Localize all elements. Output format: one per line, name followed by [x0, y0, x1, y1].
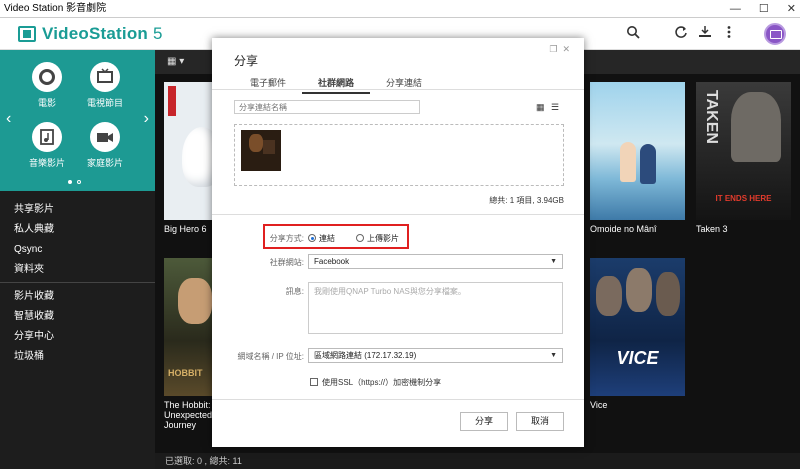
minimize-button[interactable]: — — [730, 0, 741, 18]
poster-caption: Taken 3 — [696, 224, 728, 234]
window-controls: — ☐ ✕ — [730, 0, 796, 18]
tile-label: 電視節目 — [86, 98, 123, 108]
share-method-label: 分享方式: — [269, 234, 304, 243]
share-tabs: 電子郵件 社群網路 分享連結 — [234, 76, 438, 94]
poster-caption: Big Hero 6 — [164, 224, 207, 234]
sidebar-item-smart-collections[interactable]: 智慧收藏 — [14, 307, 54, 327]
share-method-upload-option[interactable]: 上傳影片 — [356, 233, 399, 244]
sidebar-divider — [0, 282, 155, 283]
window-titlebar: Video Station 影音劇院 — ☐ ✕ — [0, 0, 800, 18]
tab-email[interactable]: 電子郵件 — [234, 76, 302, 94]
social-site-select[interactable]: Facebook ▼ — [308, 254, 563, 269]
tile-home-videos[interactable]: 家庭影片 — [75, 122, 135, 169]
share-dialog: 分享 ❐ ✕ 電子郵件 社群網路 分享連結 ▦ ☰ 總共: 1 項目, 3.94… — [212, 38, 584, 447]
share-link-name-input[interactable] — [234, 100, 420, 114]
tile-label: 家庭影片 — [86, 158, 123, 168]
sidebar-item-private-collection[interactable]: 私人典藏 — [14, 220, 54, 240]
sidebar-collections: ‹ › 電影 電視節目 音樂影片 家庭影片 — [0, 50, 155, 191]
select-value: Facebook — [314, 257, 350, 266]
tab-social-network[interactable]: 社群網路 — [302, 76, 370, 94]
tile-music-videos[interactable]: 音樂影片 — [17, 122, 77, 169]
background-task-icon[interactable] — [696, 25, 714, 43]
footer-divider — [212, 399, 584, 400]
app-name: VideoStation — [42, 24, 148, 43]
poster-vice[interactable]: VICE — [590, 258, 685, 396]
chevron-down-icon: ▼ — [550, 352, 557, 359]
radio-unselected-icon[interactable] — [356, 234, 364, 242]
sidebar-item-video-collections[interactable]: 影片收藏 — [14, 287, 54, 307]
chevron-right-icon[interactable]: › — [144, 110, 149, 128]
pager-dot-active[interactable] — [68, 180, 72, 184]
sidebar-section-sources: 共享影片 私人典藏 Qsync 資料夾 — [14, 200, 54, 280]
camcorder-icon — [90, 122, 120, 152]
option-label: 連結 — [319, 234, 335, 243]
carousel-pager — [68, 180, 81, 184]
poster-caption: Vice — [590, 400, 608, 410]
tv-icon — [90, 62, 120, 92]
chevron-down-icon: ▼ — [550, 258, 557, 265]
domain-select[interactable]: 區域網路連結 (172.17.32.19) ▼ — [308, 348, 563, 363]
restore-window-icon[interactable]: ❐ ✕ — [549, 44, 570, 55]
poster-omoide-no-marnie[interactable] — [590, 82, 685, 220]
select-value: 區域網路連結 (172.17.32.19) — [314, 351, 417, 360]
option-label: 上傳影片 — [367, 234, 399, 243]
tile-label: 電影 — [37, 98, 56, 108]
sidebar-section-collections: 影片收藏 智慧收藏 分享中心 垃圾桶 — [14, 287, 54, 367]
user-avatar-icon[interactable] — [764, 23, 786, 45]
music-note-icon — [32, 122, 62, 152]
maximize-button[interactable]: ☐ — [759, 0, 769, 18]
list-view-icon[interactable]: ☰ — [551, 102, 561, 112]
selected-items-area — [234, 124, 564, 186]
poster-taken-3[interactable]: TAKEN IT ENDS HERE — [696, 82, 791, 220]
selection-total: 總共: 1 項目, 3.94GB — [489, 196, 564, 205]
search-icon[interactable] — [624, 25, 642, 43]
view-mode-icon[interactable]: ▦ ▾ — [167, 56, 184, 67]
app-version: 5 — [152, 24, 163, 43]
share-method-link-option[interactable]: 連結 — [308, 233, 335, 244]
refresh-icon[interactable] — [672, 25, 690, 43]
film-reel-icon — [32, 62, 62, 92]
message-label: 訊息: — [285, 287, 304, 296]
sidebar-item-share-center[interactable]: 分享中心 — [14, 327, 54, 347]
sidebar: ‹ › 電影 電視節目 音樂影片 家庭影片 共享影片 私人典藏 Qsync 資料… — [0, 50, 155, 469]
tile-tv-shows[interactable]: 電視節目 — [75, 62, 135, 109]
grid-view-icon[interactable]: ▦ — [536, 102, 546, 112]
social-site-label: 社群網站: — [269, 258, 304, 267]
tile-movies[interactable]: 電影 — [17, 62, 77, 109]
status-bar: 已選取: 0 , 總共: 11 — [155, 453, 800, 469]
video-thumbnail[interactable] — [241, 130, 281, 171]
close-button[interactable]: ✕ — [787, 0, 796, 18]
sidebar-item-folders[interactable]: 資料夾 — [14, 260, 54, 280]
dialog-title: 分享 — [234, 54, 259, 68]
tile-label: 音樂影片 — [28, 158, 65, 168]
tabs-divider — [212, 89, 584, 90]
message-textarea[interactable]: 我剛使用QNAP Turbo NAS與您分享檔案。 — [308, 282, 563, 334]
tab-share-link[interactable]: 分享連結 — [370, 76, 438, 94]
sidebar-item-qsync[interactable]: Qsync — [14, 240, 54, 260]
window-title: Video Station 影音劇院 — [4, 3, 107, 14]
poster-caption: Omoide no Mânî — [590, 224, 657, 234]
app-logo[interactable]: VideoStation 5 — [18, 24, 163, 44]
more-options-icon[interactable] — [720, 25, 738, 43]
sidebar-item-trash[interactable]: 垃圾桶 — [14, 347, 54, 367]
domain-label: 網域名稱 / IP 位址: — [237, 352, 304, 361]
radio-selected-icon[interactable] — [308, 234, 316, 242]
cancel-button[interactable]: 取消 — [516, 412, 564, 431]
ssl-label: 使用SSL（https://）加密機制分享 — [322, 378, 442, 387]
share-button[interactable]: 分享 — [460, 412, 508, 431]
videostation-logo-icon — [18, 26, 36, 42]
form-divider — [212, 214, 584, 215]
pager-dot[interactable] — [77, 180, 81, 184]
ssl-checkbox[interactable] — [310, 378, 318, 386]
sidebar-item-shared-videos[interactable]: 共享影片 — [14, 200, 54, 220]
chevron-left-icon[interactable]: ‹ — [6, 110, 11, 128]
